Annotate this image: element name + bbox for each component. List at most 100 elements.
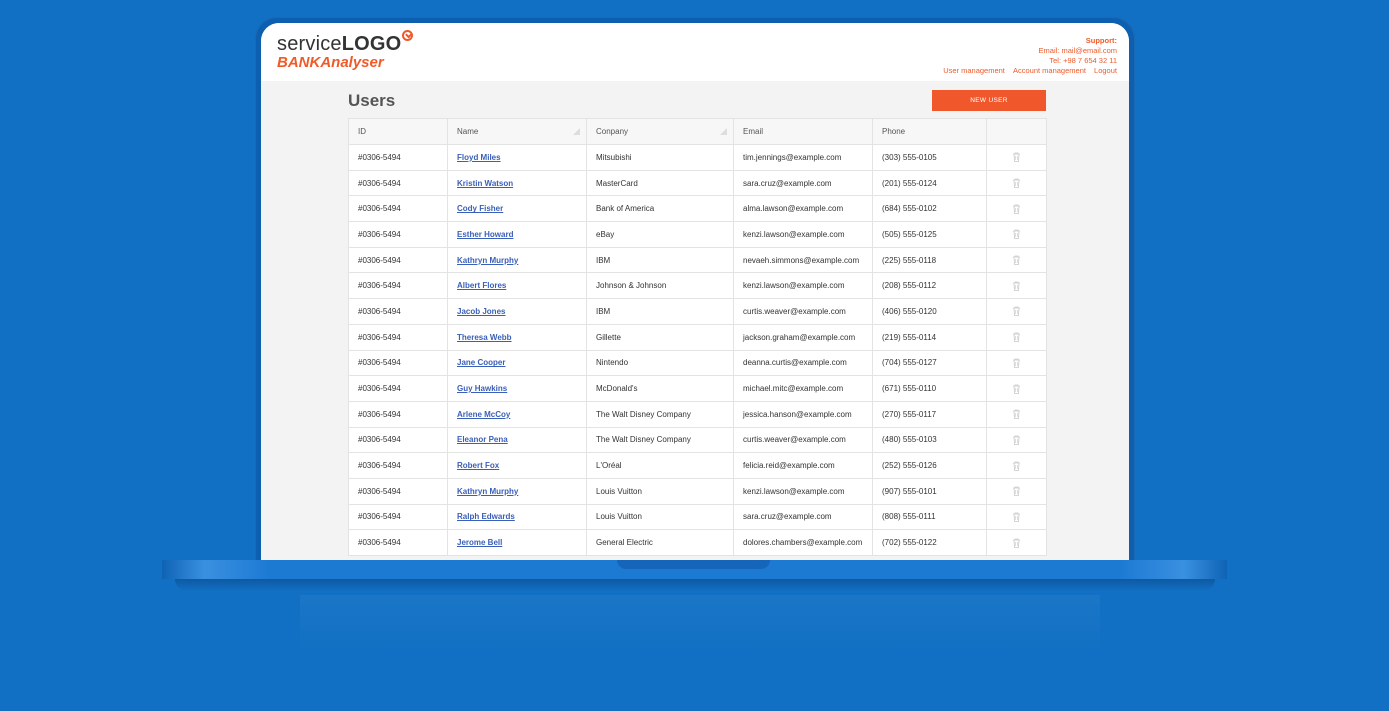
- trash-icon[interactable]: [1012, 435, 1021, 445]
- cell-name: Guy Hawkins: [447, 375, 587, 402]
- cell-email: dolores.chambers@example.com: [733, 529, 873, 556]
- table-row: #0306-5494 Jacob Jones IBM curtis.weaver@ex…: [348, 298, 1047, 325]
- cell-email: jessica.hanson@example.com: [733, 400, 873, 428]
- user-name-link[interactable]: Jerome Bell: [457, 538, 502, 547]
- trash-icon[interactable]: [1012, 306, 1021, 317]
- cell-actions: [986, 272, 1047, 300]
- trash-icon[interactable]: [1012, 538, 1021, 548]
- laptop-bezel: serviceLOGO BANKAnalyser Support: Email:…: [261, 23, 1129, 563]
- logo[interactable]: serviceLOGO: [277, 30, 414, 56]
- table-row: #0306-5494 Arlene McCoy The Walt Disney Co…: [348, 400, 1047, 428]
- cell-email: curtis.weaver@example.com: [733, 298, 873, 325]
- cell-email: kenzi.lawson@example.com: [733, 272, 873, 300]
- user-name-link[interactable]: Esther Howard: [457, 230, 513, 239]
- table-row: #0306-5494 Ralph Edwards Louis Vuitton sara…: [348, 503, 1047, 531]
- column-header-company[interactable]: Conpany: [586, 118, 734, 145]
- user-name-link[interactable]: Jane Cooper: [457, 358, 505, 367]
- cell-id: #0306-5494: [348, 272, 448, 300]
- nav-user-management[interactable]: User management: [943, 66, 1005, 75]
- cell-company: IBM: [586, 246, 734, 274]
- trash-icon[interactable]: [1012, 178, 1021, 188]
- cell-company: Louis Vuitton: [586, 477, 734, 505]
- user-name-link[interactable]: Kathryn Murphy: [457, 487, 518, 496]
- logo-check-icon: [402, 30, 414, 41]
- laptop-notch: [617, 560, 770, 569]
- cell-name: Arlene McCoy: [447, 400, 587, 428]
- cell-name: Esther Howard: [447, 221, 587, 248]
- cell-company: Gillette: [586, 323, 734, 351]
- table-row: #0306-5494 Jane Cooper Nintendo deanna.curt…: [348, 349, 1047, 377]
- user-name-link[interactable]: Eleanor Pena: [457, 435, 508, 444]
- user-name-link[interactable]: Theresa Webb: [457, 333, 512, 342]
- column-header-phone: Phone: [872, 118, 987, 145]
- cell-phone: (480) 555-0103: [872, 426, 987, 454]
- app-header: serviceLOGO BANKAnalyser Support: Email:…: [261, 23, 1129, 81]
- trash-icon[interactable]: [1012, 204, 1021, 214]
- users-table: ID Name Conpany Email Phone #0306-5494 Fl…: [348, 118, 1047, 556]
- user-name-link[interactable]: Kathryn Murphy: [457, 256, 518, 265]
- cell-company: Nintendo: [586, 349, 734, 377]
- cell-actions: [986, 477, 1047, 505]
- column-header-company-label: Conpany: [596, 127, 629, 136]
- cell-id: #0306-5494: [348, 452, 448, 479]
- trash-icon[interactable]: [1012, 255, 1021, 265]
- nav-logout[interactable]: Logout: [1094, 66, 1117, 75]
- cell-phone: (704) 555-0127: [872, 349, 987, 377]
- table-row: #0306-5494 Cody Fisher Bank of America alma…: [348, 195, 1047, 223]
- table-row: #0306-5494 Esther Howard eBay kenzi.lawson@…: [348, 221, 1047, 248]
- cell-name: Cody Fisher: [447, 195, 587, 223]
- new-user-button[interactable]: NEW USER: [932, 90, 1046, 111]
- cell-name: Robert Fox: [447, 452, 587, 479]
- sort-icon[interactable]: [573, 128, 580, 135]
- user-name-link[interactable]: Cody Fisher: [457, 204, 503, 213]
- trash-icon[interactable]: [1012, 486, 1021, 497]
- cell-id: #0306-5494: [348, 169, 448, 197]
- cell-name: Albert Flores: [447, 272, 587, 300]
- trash-icon[interactable]: [1012, 512, 1021, 522]
- cell-id: #0306-5494: [348, 298, 448, 325]
- user-name-link[interactable]: Jacob Jones: [457, 307, 505, 316]
- support-email[interactable]: Email: mail@email.com: [937, 46, 1117, 56]
- cell-id: #0306-5494: [348, 529, 448, 556]
- cell-phone: (208) 555-0112: [872, 272, 987, 300]
- logo-prefix: service: [277, 33, 342, 55]
- support-tel[interactable]: Tel: +98 7 654 32 11: [937, 56, 1117, 66]
- trash-icon[interactable]: [1012, 229, 1021, 240]
- cell-email: tim.jennings@example.com: [733, 144, 873, 171]
- nav-account-management[interactable]: Account management: [1013, 66, 1086, 75]
- cell-company: Johnson & Johnson: [586, 272, 734, 300]
- cell-email: curtis.weaver@example.com: [733, 426, 873, 454]
- user-name-link[interactable]: Floyd Miles: [457, 153, 501, 162]
- header-nav: User management Account management Logou…: [937, 66, 1117, 76]
- user-name-link[interactable]: Albert Flores: [457, 281, 506, 290]
- cell-name: Floyd Miles: [447, 144, 587, 171]
- support-title: Support:: [1085, 36, 1117, 45]
- cell-actions: [986, 426, 1047, 454]
- trash-icon[interactable]: [1012, 409, 1021, 420]
- cell-company: The Walt Disney Company: [586, 426, 734, 454]
- table-row: #0306-5494 Guy Hawkins McDonald's michael.m…: [348, 375, 1047, 402]
- user-name-link[interactable]: Ralph Edwards: [457, 512, 515, 521]
- sort-icon[interactable]: [720, 128, 727, 135]
- cell-actions: [986, 452, 1047, 479]
- trash-icon[interactable]: [1012, 358, 1021, 368]
- cell-name: Ralph Edwards: [447, 503, 587, 531]
- user-name-link[interactable]: Robert Fox: [457, 461, 499, 470]
- user-name-link[interactable]: Guy Hawkins: [457, 384, 507, 393]
- table-row: #0306-5494 Theresa Webb Gillette jackson.gr…: [348, 323, 1047, 351]
- cell-id: #0306-5494: [348, 349, 448, 377]
- trash-icon[interactable]: [1012, 332, 1021, 343]
- user-name-link[interactable]: Arlene McCoy: [457, 410, 510, 419]
- cell-email: kenzi.lawson@example.com: [733, 221, 873, 248]
- trash-icon[interactable]: [1012, 281, 1021, 291]
- user-name-link[interactable]: Kristin Watson: [457, 179, 513, 188]
- cell-id: #0306-5494: [348, 195, 448, 223]
- cell-phone: (201) 555-0124: [872, 169, 987, 197]
- cell-company: L'Oréal: [586, 452, 734, 479]
- trash-icon[interactable]: [1012, 384, 1021, 394]
- column-header-name[interactable]: Name: [447, 118, 587, 145]
- trash-icon[interactable]: [1012, 152, 1021, 163]
- laptop-reflection: [300, 595, 1100, 655]
- trash-icon[interactable]: [1012, 461, 1021, 471]
- cell-company: McDonald's: [586, 375, 734, 402]
